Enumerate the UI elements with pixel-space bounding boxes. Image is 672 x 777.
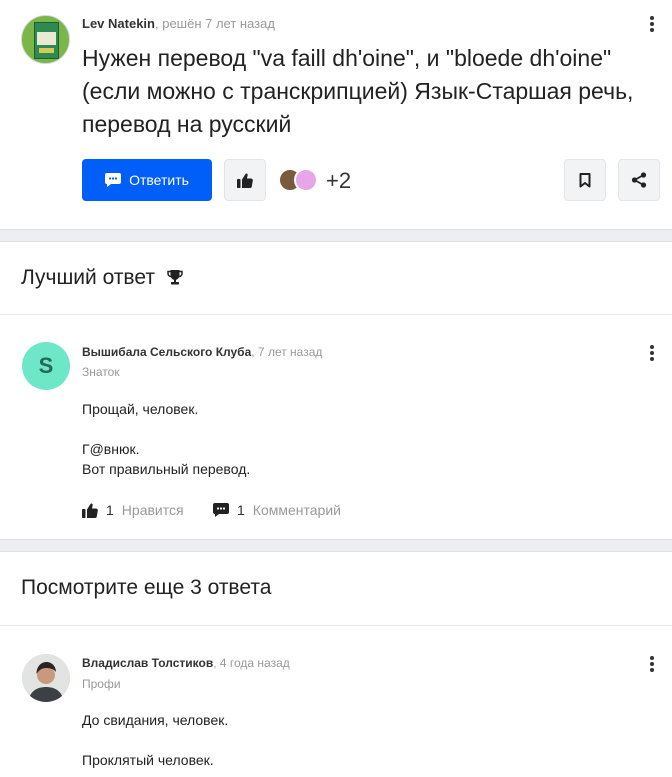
answer-meta: Владислав Толстиков, 4 года назад <box>82 655 290 671</box>
share-button[interactable] <box>618 159 660 201</box>
best-answer-line-2: Г@внюк. <box>82 441 140 457</box>
likes-label: Нравится <box>121 502 184 518</box>
comments-action[interactable]: 1 Комментарий <box>213 502 341 518</box>
separator <box>0 314 672 315</box>
avatar-letter: S <box>38 353 54 378</box>
answer-more-icon[interactable] <box>642 654 662 674</box>
best-answer-more-icon[interactable] <box>642 343 662 363</box>
best-answer-meta: Вышибала Сельского Клуба, 7 лет назад <box>82 344 322 360</box>
answer-line-2: Проклятый человек. <box>82 752 214 768</box>
question-author-name[interactable]: Lev Natekin <box>82 16 155 31</box>
answer-rank: Профи <box>82 677 121 691</box>
book-avatar-image <box>34 22 59 59</box>
separator <box>0 625 672 626</box>
comment-icon <box>213 503 229 517</box>
question-meta: Lev Natekin, решён 7 лет назад <box>82 16 275 32</box>
answer-author-avatar[interactable] <box>22 654 70 702</box>
best-answer-time: , 7 лет назад <box>251 345 323 359</box>
question-title: Нужен перевод "va faill dh'oine", и "blo… <box>82 45 634 137</box>
answer-button[interactable]: Ответить <box>82 159 212 201</box>
share-icon <box>631 172 647 188</box>
answer-author[interactable]: Владислав Толстиков <box>82 656 213 670</box>
best-answer-line-3: Вот правильный перевод. <box>82 461 251 477</box>
question-block: Lev Natekin, решён 7 лет назад Нужен пер… <box>0 0 672 229</box>
participants-more-count[interactable]: +2 <box>326 168 351 194</box>
thumbs-up-icon <box>237 173 253 188</box>
answer-line-1: До свидания, человек. <box>82 712 229 728</box>
likes-count: 1 <box>106 502 114 518</box>
answer-button-label: Ответить <box>129 172 189 188</box>
question-more-icon[interactable] <box>642 14 662 34</box>
trophy-icon <box>167 270 183 285</box>
like-question-button[interactable] <box>224 159 266 201</box>
best-answer-heading: Лучший ответ <box>21 265 183 291</box>
section-divider <box>0 229 672 242</box>
participant-avatar-2[interactable] <box>294 168 318 192</box>
comments-count: 1 <box>237 502 245 518</box>
question-time: , решён 7 лет назад <box>154 16 275 31</box>
person-photo <box>22 654 70 702</box>
more-answers-heading[interactable]: Посмотрите еще 3 ответа <box>21 575 271 601</box>
answer-time: , 4 года назад <box>213 656 290 670</box>
best-answer-author[interactable]: Вышибала Сельского Клуба <box>82 345 251 359</box>
comments-label: Комментарий <box>252 502 341 518</box>
thumbs-up-icon <box>82 503 98 518</box>
like-action[interactable]: 1 Нравится <box>82 502 184 518</box>
best-answer-rank: Знаток <box>82 365 120 379</box>
best-answer-line-1: Прощай, человек. <box>82 401 199 417</box>
question-author-avatar[interactable] <box>21 15 70 64</box>
bookmark-button[interactable] <box>564 159 606 201</box>
best-answer-avatar[interactable]: S <box>22 342 70 390</box>
section-divider <box>0 539 672 552</box>
chat-bubble-icon <box>105 173 122 187</box>
best-answer-heading-text: Лучший ответ <box>21 266 155 289</box>
bookmark-icon <box>579 172 591 187</box>
